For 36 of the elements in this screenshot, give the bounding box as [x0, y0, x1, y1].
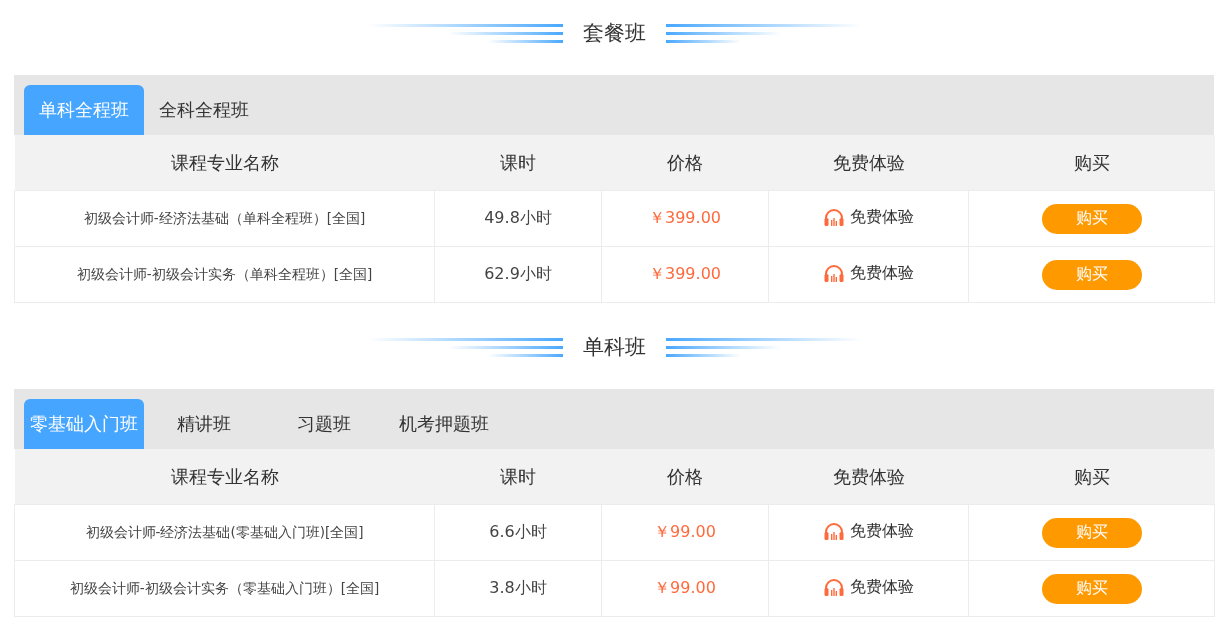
column-header: 课时: [434, 449, 602, 505]
column-header: 价格: [601, 449, 769, 505]
table-cell: 初级会计师-经济法基础(零基础入门班)[全国]: [14, 504, 435, 561]
free-trial-link[interactable]: 免费体验: [823, 262, 914, 284]
tab[interactable]: 精讲班: [144, 399, 264, 449]
headphones-icon: [823, 208, 844, 227]
column-header: 免费体验: [768, 449, 969, 505]
table-cell: 3.8小时: [434, 560, 602, 617]
headphones-icon: [823, 578, 844, 597]
column-header: 价格: [601, 135, 769, 191]
headphones-icon: [823, 264, 844, 283]
table-cell: 49.8小时: [434, 190, 602, 247]
column-header: 课程专业名称: [14, 135, 435, 191]
column-header: 购买: [968, 135, 1215, 191]
section-title: 套餐班: [582, 20, 646, 47]
tab[interactable]: 习题班: [264, 399, 384, 449]
table-cell: ￥99.00: [601, 504, 769, 561]
column-header: 免费体验: [768, 135, 969, 191]
column-header: 课时: [434, 135, 602, 191]
headphones-icon: [823, 522, 844, 541]
column-header: 购买: [968, 449, 1215, 505]
free-trial-link[interactable]: 免费体验: [823, 520, 914, 542]
table-cell: 62.9小时: [434, 246, 602, 303]
table-cell: 初级会计师-初级会计实务（零基础入门班）[全国]: [14, 560, 435, 617]
tab[interactable]: 机考押题班: [384, 399, 504, 449]
table-cell: 初级会计师-经济法基础（单科全程班）[全国]: [14, 190, 435, 247]
tab[interactable]: 全科全程班: [144, 85, 264, 135]
section-title: 单科班: [582, 334, 646, 361]
table-cell: 初级会计师-初级会计实务（单科全程班）[全国]: [14, 246, 435, 303]
free-trial-link[interactable]: 免费体验: [823, 206, 914, 228]
table-cell: ￥399.00: [601, 246, 769, 303]
table-cell: 6.6小时: [434, 504, 602, 561]
table-cell: ￥399.00: [601, 190, 769, 247]
column-header: 课程专业名称: [14, 449, 435, 505]
free-trial-link[interactable]: 免费体验: [823, 576, 914, 598]
table-cell: ￥99.00: [601, 560, 769, 617]
